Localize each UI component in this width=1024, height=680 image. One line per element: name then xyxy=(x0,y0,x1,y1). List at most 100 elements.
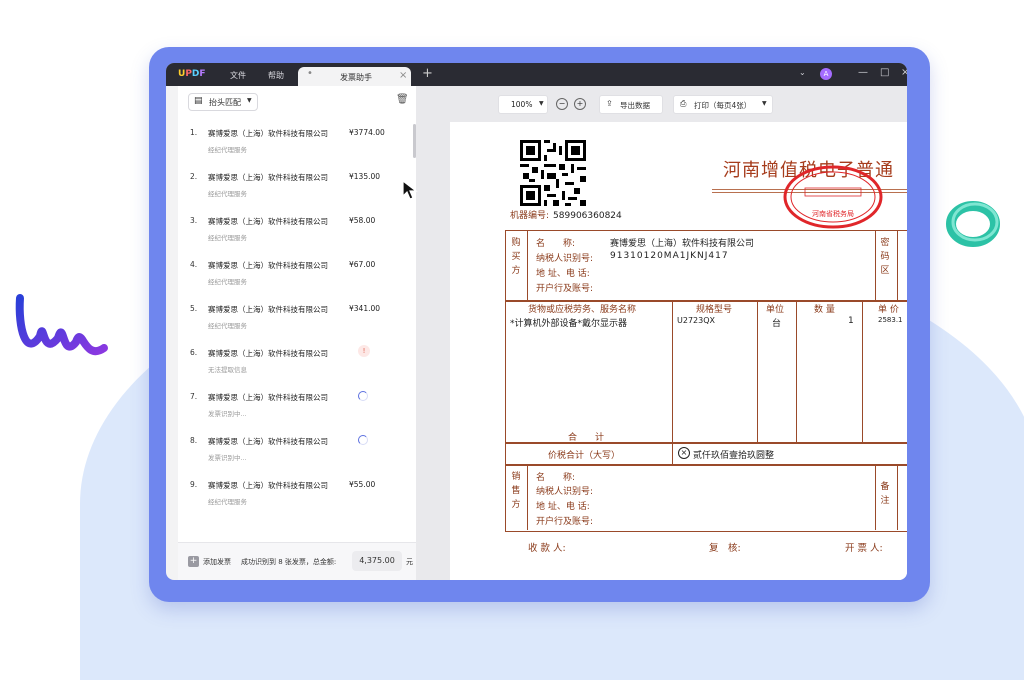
error-icon: ! xyxy=(358,345,370,357)
item-model: U2723QX xyxy=(677,316,715,325)
zoom-select[interactable]: 100% ▼ xyxy=(498,95,548,114)
list-item[interactable]: 6. 赛博爱思（上海）软件科技有限公司 无法提取信息! xyxy=(178,341,416,385)
divider xyxy=(862,300,863,442)
item-company: 赛博爱思（上海）软件科技有限公司 xyxy=(208,393,328,402)
export-data-button[interactable]: ⇪ 导出数据 xyxy=(599,95,663,114)
item-company: 赛博爱思（上海）软件科技有限公司 xyxy=(208,481,328,490)
qr-code xyxy=(520,140,586,206)
avatar[interactable]: A xyxy=(820,68,832,80)
zoom-in-button[interactable]: + xyxy=(574,98,586,110)
item-name: *计算机外部设备*戴尔显示器 xyxy=(510,319,628,329)
list-item[interactable]: 1. 赛博爱思（上海）软件科技有限公司 经纪代理服务 ¥3774.00 xyxy=(178,121,416,165)
new-tab-button[interactable]: + xyxy=(422,66,433,81)
item-service: 无法提取信息 xyxy=(208,366,247,374)
item-number: 8. xyxy=(190,436,198,445)
list-item[interactable]: 5. 赛博爱思（上海）软件科技有限公司 经纪代理服务 ¥341.00 xyxy=(178,297,416,341)
item-service: 发票识别中... xyxy=(208,454,247,462)
item-service: 经纪代理服务 xyxy=(208,498,247,506)
item-amount: ¥135.00 xyxy=(349,172,381,181)
tab-close-icon[interactable]: × xyxy=(399,70,407,81)
buyer-name-label: 名 称: xyxy=(536,239,576,249)
mouse-cursor-icon xyxy=(402,180,418,200)
export-icon: ⇪ xyxy=(606,99,613,108)
sort-dropdown[interactable]: ▤ 抬头匹配 ▼ xyxy=(188,93,258,111)
list-item[interactable]: 7. 赛博爱思（上海）软件科技有限公司 发票识别中... xyxy=(178,385,416,429)
divider xyxy=(875,464,876,530)
tab-dot-icon: • xyxy=(307,68,313,79)
list-item[interactable]: 9. 赛博爱思（上海）软件科技有限公司 经纪代理服务 ¥55.00 xyxy=(178,473,416,517)
divider xyxy=(527,230,528,300)
sort-label: 抬头匹配 xyxy=(209,98,241,107)
divider xyxy=(875,230,876,300)
seller-name-label: 名 称: xyxy=(536,473,576,483)
item-amount: ¥341.00 xyxy=(349,304,381,313)
secret-area-label: 密码区 xyxy=(880,238,890,276)
tab-invoice-assistant[interactable]: • 发票助手 × xyxy=(298,67,411,86)
maximize-button[interactable]: □ xyxy=(880,67,889,78)
caret-down-icon: ▼ xyxy=(247,97,252,104)
filter-icon: ▤ xyxy=(194,96,203,106)
item-number: 5. xyxy=(190,304,198,313)
zoom-out-button[interactable]: − xyxy=(556,98,568,110)
machine-number: 机器编号: 589906360824 xyxy=(510,211,622,221)
list-footer: + 添加发票 成功识别到 8 张发票，总金额: 4,375.00 元 xyxy=(178,542,416,580)
column-header-model: 规格型号 xyxy=(696,305,733,315)
currency-unit: 元 xyxy=(406,558,413,566)
invoice-list-panel: ▤ 抬头匹配 ▼ 🗑 1. 赛博爱思（上海）软件科技有限公司 经纪代理服务 ¥3774… xyxy=(178,86,416,580)
column-header-unit: 单位 xyxy=(766,305,785,315)
item-amount: ¥58.00 xyxy=(349,216,376,225)
close-circle-icon: × xyxy=(678,447,690,459)
caret-down-icon: ▼ xyxy=(539,100,544,107)
item-number: 1. xyxy=(190,128,198,137)
list-item[interactable]: 3. 赛博爱思（上海）软件科技有限公司 经纪代理服务 ¥58.00 xyxy=(178,209,416,253)
seal-text: 河南省税务局 xyxy=(812,209,854,218)
menu-help[interactable]: 帮助 xyxy=(268,70,284,81)
minimize-button[interactable]: — xyxy=(858,67,868,78)
swirl-decoration xyxy=(15,294,108,356)
tab-label: 发票助手 xyxy=(340,73,372,82)
item-number: 4. xyxy=(190,260,198,269)
buyer-name: 赛博爱思（上海）软件科技有限公司 xyxy=(610,239,755,249)
column-header-name: 货物或应税劳务、服务名称 xyxy=(528,305,637,315)
item-company: 赛博爱思（上海）软件科技有限公司 xyxy=(208,129,328,138)
item-company: 赛博爱思（上海）软件科技有限公司 xyxy=(208,305,328,314)
add-invoice-button[interactable]: 添加发票 xyxy=(203,557,231,567)
summary-text: 成功识别到 8 张发票，总金额: xyxy=(241,558,337,566)
buyer-bank-label: 开户行及账号: xyxy=(536,284,594,294)
seller-bank-label: 开户行及账号: xyxy=(536,517,594,527)
total-words-label: 价税合计（大写） xyxy=(548,451,621,461)
divider xyxy=(796,300,797,442)
updf-logo: UPDF xyxy=(178,69,206,79)
tax-bureau-seal: 河南省税务局 xyxy=(783,165,883,229)
item-service: 经纪代理服务 xyxy=(208,278,247,286)
menu-file[interactable]: 文件 xyxy=(230,70,246,81)
buyer-address-label: 地 址、电 话: xyxy=(536,269,590,279)
divider xyxy=(757,300,758,442)
caret-down-icon[interactable]: ▼ xyxy=(762,100,767,107)
item-number: 9. xyxy=(190,480,198,489)
print-button[interactable]: ⎙ 打印（每页4张） ▼ xyxy=(673,95,773,114)
printer-icon: ⎙ xyxy=(680,99,687,108)
item-price: 2583.1 xyxy=(878,316,903,324)
app-window: UPDF 文件 帮助 • 发票助手 × + ⌄ A — □ × ▤ 抬头匹配 ▼… xyxy=(166,63,907,580)
item-service: 发票识别中... xyxy=(208,410,247,418)
list-item[interactable]: 2. 赛博爱思（上海）软件科技有限公司 经纪代理服务 ¥135.00 xyxy=(178,165,416,209)
chevron-down-icon[interactable]: ⌄ xyxy=(799,68,806,77)
payee-label: 收 款 人: xyxy=(528,543,566,554)
add-icon[interactable]: + xyxy=(188,556,199,567)
buyer-label: 购买方 xyxy=(511,238,521,276)
item-service: 经纪代理服务 xyxy=(208,234,247,242)
title-bar: UPDF 文件 帮助 • 发票助手 × + ⌄ A — □ × xyxy=(166,63,907,86)
loading-spinner-icon xyxy=(358,435,368,445)
list-item[interactable]: 4. 赛博爱思（上海）软件科技有限公司 经纪代理服务 ¥67.00 xyxy=(178,253,416,297)
zoom-value: 100% xyxy=(511,100,533,109)
divider xyxy=(897,464,898,530)
drawer-label: 开 票 人: xyxy=(845,543,883,554)
item-number: 3. xyxy=(190,216,198,225)
trash-icon[interactable]: 🗑 xyxy=(396,94,409,105)
list-item[interactable]: 8. 赛博爱思（上海）软件科技有限公司 发票识别中... xyxy=(178,429,416,473)
preview-pane: 100% ▼ − + ⇪ 导出数据 ⎙ 打印（每页4张） ▼ 机器编号: 589… xyxy=(416,86,907,580)
total-words-value: 贰仟玖佰壹拾玖圆整 xyxy=(693,451,775,461)
seller-tax-label: 纳税人识别号: xyxy=(536,487,594,497)
close-window-button[interactable]: × xyxy=(901,67,907,78)
